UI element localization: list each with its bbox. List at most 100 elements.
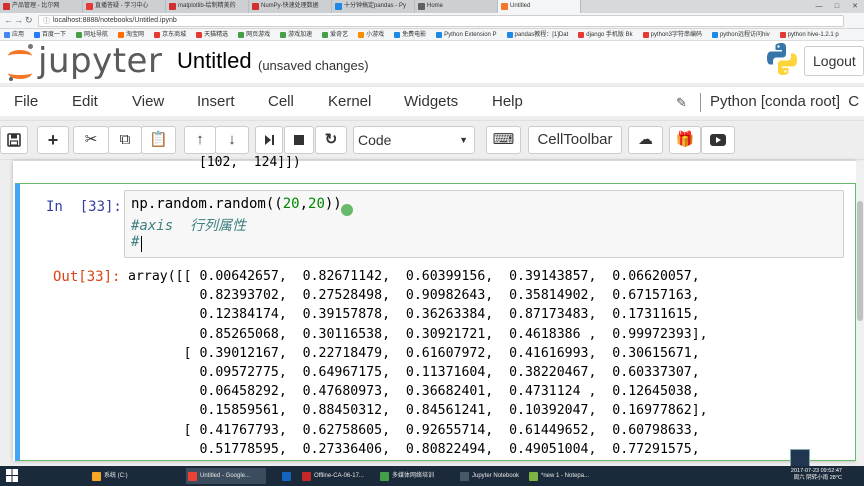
code-input[interactable]: np.random.random((20,20)) #axis 行列属性 # bbox=[124, 190, 844, 258]
kernel-status-icon: C bbox=[848, 93, 860, 110]
bookmark-item[interactable]: python3字符串编码 bbox=[642, 29, 702, 40]
code-close: )) bbox=[324, 196, 342, 212]
paste-icon[interactable]: 📋 bbox=[141, 126, 176, 154]
move-down-arrow-icon[interactable]: ↓ bbox=[215, 126, 249, 154]
bookmark-label: 天猫精选 bbox=[204, 31, 229, 38]
restart-icon[interactable]: ↻ bbox=[315, 126, 347, 154]
close-button[interactable]: ✕ bbox=[846, 0, 864, 13]
browser-tab[interactable]: 十分钟搞定pandas - Py bbox=[332, 0, 415, 13]
bookmark-item[interactable]: 京东商城 bbox=[154, 29, 186, 40]
move-up-arrow-icon[interactable]: ↑ bbox=[184, 126, 216, 154]
browser-tab[interactable]: Home bbox=[415, 0, 498, 13]
bookmark-item[interactable]: 网页游戏 bbox=[238, 29, 270, 40]
bookmark-item[interactable]: python hive-1.2.1 p bbox=[779, 29, 839, 40]
system-clock[interactable]: 2017-07-23 09:52:47 周六 阴转小雨 28°C bbox=[791, 468, 842, 482]
stop-icon[interactable] bbox=[284, 126, 314, 154]
input-prompt: In [33]: bbox=[46, 199, 122, 215]
taskbar-label: 多媒体网络培训 bbox=[392, 473, 435, 479]
taskbar-app-icon bbox=[380, 472, 389, 481]
maximize-button[interactable]: □ bbox=[828, 0, 846, 13]
taskbar-app-icon bbox=[282, 472, 291, 481]
code-arg-2: 20 bbox=[308, 196, 325, 212]
tab-favicon-icon bbox=[252, 3, 259, 10]
bookmark-favicon-icon bbox=[322, 31, 329, 38]
url-input[interactable]: ⓘ localhost:8888/notebooks/Untitled.ipyn… bbox=[38, 15, 844, 27]
browser-tab[interactable]: NumPy-快速处理数据 bbox=[249, 0, 332, 13]
bookmark-item[interactable]: 淘宝网 bbox=[118, 29, 144, 40]
bookmark-label: Python Extension P bbox=[444, 31, 497, 38]
taskbar-item[interactable]: 多媒体网络培训 bbox=[378, 468, 458, 484]
notebook-title[interactable]: Untitled bbox=[177, 48, 252, 74]
save-status: (unsaved changes) bbox=[258, 58, 369, 73]
minimize-button[interactable]: — bbox=[810, 0, 828, 13]
forward-icon[interactable]: → bbox=[14, 15, 23, 25]
menu-insert[interactable]: Insert bbox=[197, 93, 235, 110]
output-line: [ 0.41767793, 0.62758605, 0.92655714, 0.… bbox=[128, 422, 700, 438]
bookmark-item[interactable]: 游戏加速 bbox=[280, 29, 312, 40]
bookmark-item[interactable]: 小游戏 bbox=[358, 29, 384, 40]
save-icon[interactable] bbox=[0, 126, 28, 154]
bookmark-favicon-icon bbox=[196, 31, 203, 38]
windows-start-icon[interactable] bbox=[6, 469, 18, 482]
bookmark-item[interactable]: 免费电影 bbox=[394, 29, 426, 40]
taskbar-app-icon bbox=[92, 472, 101, 481]
cloud-upload-icon[interactable]: ☁ bbox=[628, 126, 663, 154]
bookmark-item[interactable]: python远程访问hiv bbox=[711, 29, 770, 40]
code-cell[interactable]: In [33]: np.random.random((20,20)) #axis… bbox=[15, 183, 856, 461]
menu-help[interactable]: Help bbox=[492, 93, 523, 110]
cut-icon[interactable]: ✂ bbox=[73, 126, 109, 154]
menu-file[interactable]: File bbox=[14, 93, 38, 110]
bookmark-item[interactable]: 网址导航 bbox=[76, 29, 108, 40]
jupyter-logo[interactable]: jupyter bbox=[8, 41, 168, 81]
menu-view[interactable]: View bbox=[132, 93, 164, 110]
tab-label: matplotlib-绘制精美的 bbox=[178, 3, 236, 9]
bookmark-item[interactable]: 天猫精选 bbox=[196, 29, 228, 40]
logo-moon-large bbox=[28, 44, 33, 49]
taskbar-item[interactable]: Offline-CA-06-17... bbox=[300, 468, 372, 484]
bookmark-favicon-icon bbox=[358, 31, 365, 38]
page-scrollbar[interactable] bbox=[856, 161, 864, 461]
browser-tab[interactable]: Untitled bbox=[498, 0, 581, 13]
browser-tab[interactable]: 产品管理 - 比尔网 bbox=[0, 0, 83, 13]
taskbar-item[interactable]: Jupyter Notebook bbox=[458, 468, 520, 484]
copy-icon[interactable]: ⧉ bbox=[108, 126, 142, 154]
notebook-area: [102, 124]]) In [33]: np.random.random((… bbox=[0, 155, 864, 461]
bookmark-label: 网页游戏 bbox=[246, 31, 271, 38]
reload-icon[interactable]: ↻ bbox=[25, 15, 33, 26]
tab-label: NumPy-快速处理数据 bbox=[261, 3, 319, 9]
bookmark-label: 淘宝网 bbox=[126, 31, 145, 38]
cell-type-select[interactable]: Code ▼ bbox=[353, 126, 475, 154]
taskbar-item[interactable]: *new 1 - Notepa... bbox=[527, 468, 605, 484]
youtube-play-icon[interactable] bbox=[701, 126, 735, 154]
bookmark-item[interactable]: 百度一下 bbox=[34, 29, 66, 40]
taskbar-item[interactable]: 系统 (C:) bbox=[90, 468, 160, 484]
browser-tab-strip: 产品管理 - 比尔网 直播答疑 - 学习中心 matplotlib-绘制精美的 Num… bbox=[0, 0, 864, 13]
celltoolbar-button[interactable]: CellToolbar bbox=[528, 126, 622, 154]
bookmark-favicon-icon bbox=[779, 31, 786, 38]
menu-widgets[interactable]: Widgets bbox=[404, 93, 458, 110]
scrollbar-thumb[interactable] bbox=[857, 201, 863, 321]
bookmark-item[interactable]: 应用 bbox=[4, 29, 24, 40]
run-step-icon[interactable] bbox=[255, 126, 283, 154]
insert-cell-plus-icon[interactable]: + bbox=[37, 126, 69, 154]
tab-label: Home bbox=[427, 3, 444, 9]
jupyter-header: jupyter Untitled (unsaved changes) Logou… bbox=[0, 41, 864, 83]
bookmark-item[interactable]: Python Extension P bbox=[436, 29, 497, 40]
browser-tab[interactable]: 直播答疑 - 学习中心 bbox=[83, 0, 166, 13]
bookmark-item[interactable]: django 手机版 Bk bbox=[578, 29, 633, 40]
menu-kernel[interactable]: Kernel bbox=[328, 93, 371, 110]
logo-text: jupyter bbox=[38, 41, 163, 81]
keyboard-icon[interactable]: ⌨ bbox=[486, 126, 521, 154]
bookmark-label: 免费电影 bbox=[402, 31, 427, 38]
menu-edit[interactable]: Edit bbox=[72, 93, 98, 110]
code-comma: , bbox=[299, 196, 309, 212]
bookmark-item[interactable]: pandas教程：[1]Dat bbox=[506, 29, 568, 40]
gift-icon[interactable]: 🎁 bbox=[669, 126, 701, 154]
taskbar-item[interactable]: Untitled - Google... bbox=[186, 468, 266, 484]
browser-tab[interactable]: matplotlib-绘制精美的 bbox=[166, 0, 249, 13]
taskbar-item[interactable] bbox=[280, 468, 296, 484]
menu-cell[interactable]: Cell bbox=[268, 93, 294, 110]
back-icon[interactable]: ← bbox=[4, 15, 13, 25]
bookmark-item[interactable]: 爱奇艺 bbox=[322, 29, 348, 40]
logout-button[interactable]: Logout bbox=[804, 46, 864, 76]
